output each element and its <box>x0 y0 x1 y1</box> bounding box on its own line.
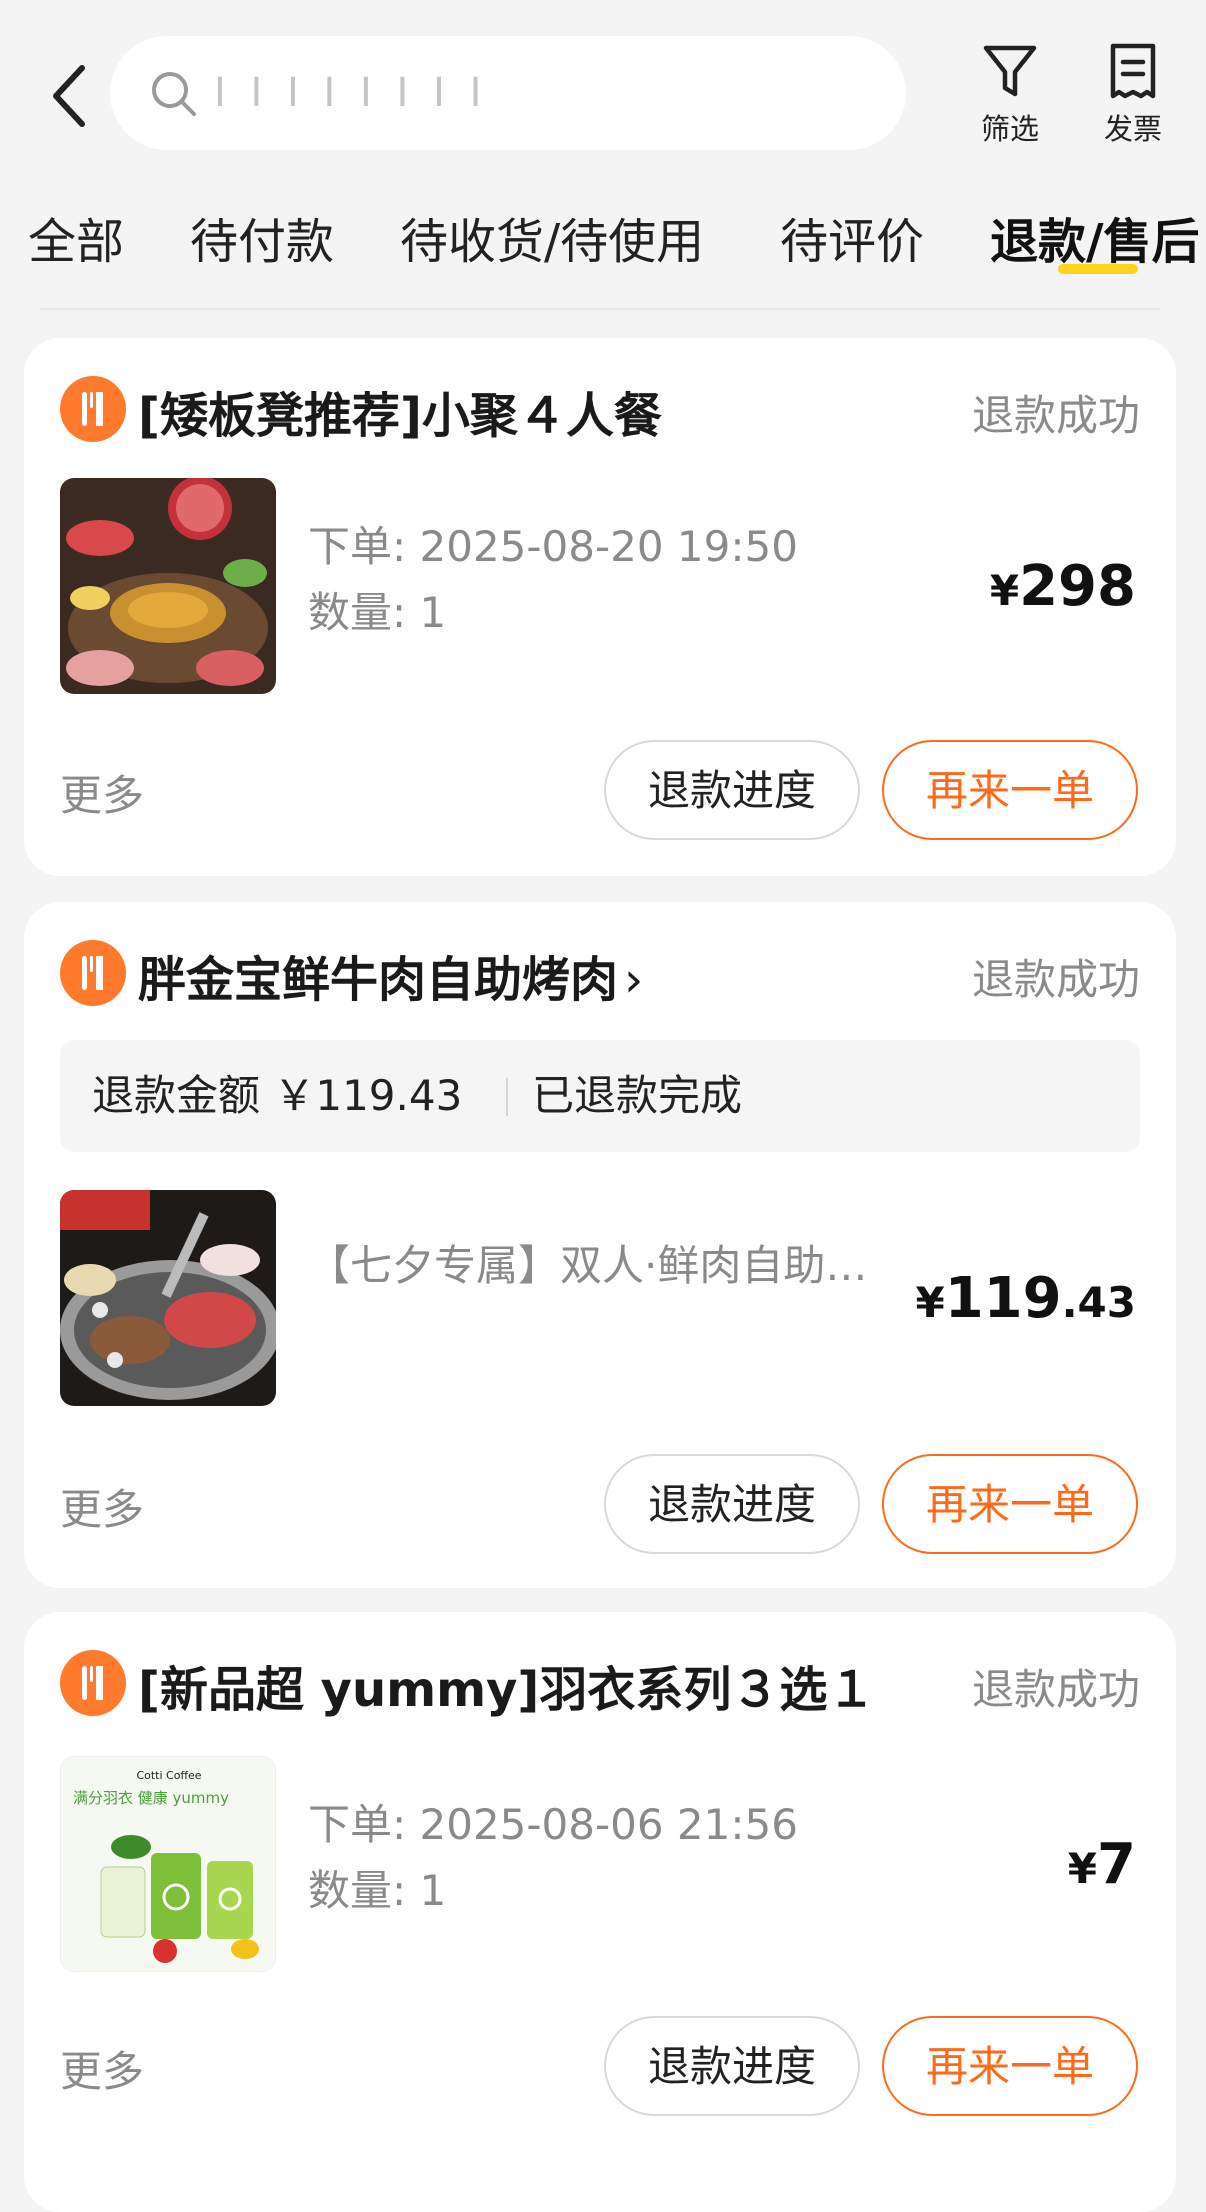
reorder-button[interactable]: 再来一单 <box>882 2016 1138 2116</box>
filter-button[interactable]: 筛选 <box>965 40 1055 148</box>
refund-progress-button[interactable]: 退款进度 <box>604 1454 860 1554</box>
order-status: 退款成功 <box>971 1665 1140 1714</box>
shop-name-link[interactable]: 胖金宝鲜牛肉自助烤肉 › <box>138 940 643 1010</box>
order-card[interactable]: [新品超 yummy]羽衣系列３选１ 退款成功 Cotti Coffee 满分羽… <box>24 1612 1176 2212</box>
fork-knife-icon <box>60 376 126 442</box>
order-quantity: 数量: 1 <box>308 588 447 637</box>
order-time: 下单: 2025-08-06 21:56 <box>308 1800 798 1849</box>
refund-progress-button[interactable]: 退款进度 <box>604 2016 860 2116</box>
refund-state: 已退款完成 <box>532 1071 743 1120</box>
search-placeholder: I I I I I I I I <box>214 70 488 116</box>
invoice-label: 发票 <box>1103 112 1162 146</box>
tab-all[interactable]: 全部 <box>28 202 124 272</box>
more-link[interactable]: 更多 <box>60 1476 144 1537</box>
thumb-brand: Cotti Coffee <box>136 1769 201 1782</box>
order-quantity: 数量: 1 <box>308 1866 447 1915</box>
top-bar: I I I I I I I I 筛选 发票 <box>0 0 1206 170</box>
active-tab-indicator <box>1058 264 1138 274</box>
back-button[interactable] <box>44 58 94 134</box>
separator <box>506 1078 508 1116</box>
price-currency: ¥ <box>989 566 1020 615</box>
item-title[interactable]: 【七夕专属】双人·鲜肉自助… <box>308 1232 867 1293</box>
fork-knife-icon <box>60 1650 126 1716</box>
price-integer: 298 <box>1019 554 1136 619</box>
order-tabs: 全部 待付款 待收货/待使用 待评价 退款/售后 <box>0 190 1206 310</box>
invoice-icon <box>1110 43 1156 99</box>
refund-progress-button[interactable]: 退款进度 <box>604 740 860 840</box>
reorder-button[interactable]: 再来一单 <box>882 1454 1138 1554</box>
refund-info-bar[interactable]: 退款金额 ￥119.43 已退款完成 <box>60 1040 1140 1152</box>
tab-pending-review[interactable]: 待评价 <box>780 202 924 272</box>
reorder-button[interactable]: 再来一单 <box>882 740 1138 840</box>
order-card[interactable]: 胖金宝鲜牛肉自助烤肉 › 退款成功 退款金额 ￥119.43 已退款完成 【七夕专… <box>24 902 1176 1588</box>
tab-pending-payment[interactable]: 待付款 <box>190 202 334 272</box>
order-price: ¥7 <box>1068 1832 1136 1897</box>
price-currency: ¥ <box>1067 1844 1098 1893</box>
shop-name[interactable]: [矮板凳推荐]小聚４人餐 <box>138 376 662 446</box>
order-time: 下单: 2025-08-20 19:50 <box>308 522 798 571</box>
search-input[interactable]: I I I I I I I I <box>110 36 906 150</box>
order-status: 退款成功 <box>971 391 1140 440</box>
filter-icon <box>983 45 1037 97</box>
refund-amount: 退款金额 ￥119.43 <box>92 1071 463 1120</box>
thumb-slogan: 满分羽衣 健康 yummy <box>73 1789 229 1807</box>
order-card[interactable]: [矮板凳推荐]小聚４人餐 退款成功 下单: 2025-08-20 19:50 数… <box>24 338 1176 876</box>
price-integer: 7 <box>1097 1832 1136 1897</box>
divider <box>40 308 1160 310</box>
shop-name[interactable]: [新品超 yummy]羽衣系列３选１ <box>138 1650 875 1720</box>
order-price: ¥298 <box>990 554 1136 619</box>
price-currency: ¥ <box>915 1278 945 1327</box>
price-integer: 119 <box>944 1266 1062 1331</box>
tab-refund-aftersale[interactable]: 退款/售后 <box>990 202 1200 272</box>
chevron-left-icon <box>53 65 85 127</box>
invoice-button[interactable]: 发票 <box>1088 40 1178 148</box>
chevron-right-icon: › <box>624 952 644 1008</box>
tab-pending-receipt-use[interactable]: 待收货/待使用 <box>400 202 704 272</box>
order-status: 退款成功 <box>971 955 1140 1004</box>
fork-knife-icon <box>60 940 126 1006</box>
more-link[interactable]: 更多 <box>60 762 144 823</box>
search-icon <box>152 72 196 116</box>
product-image[interactable] <box>60 1190 276 1406</box>
product-image[interactable]: Cotti Coffee 满分羽衣 健康 yummy <box>60 1756 276 1972</box>
product-image[interactable] <box>60 478 276 694</box>
order-price: ¥119.43 <box>915 1266 1136 1331</box>
shop-name: 胖金宝鲜牛肉自助烤肉 <box>138 952 619 1008</box>
more-link[interactable]: 更多 <box>60 2038 144 2099</box>
filter-label: 筛选 <box>980 112 1039 146</box>
price-decimal: .43 <box>1061 1278 1136 1327</box>
